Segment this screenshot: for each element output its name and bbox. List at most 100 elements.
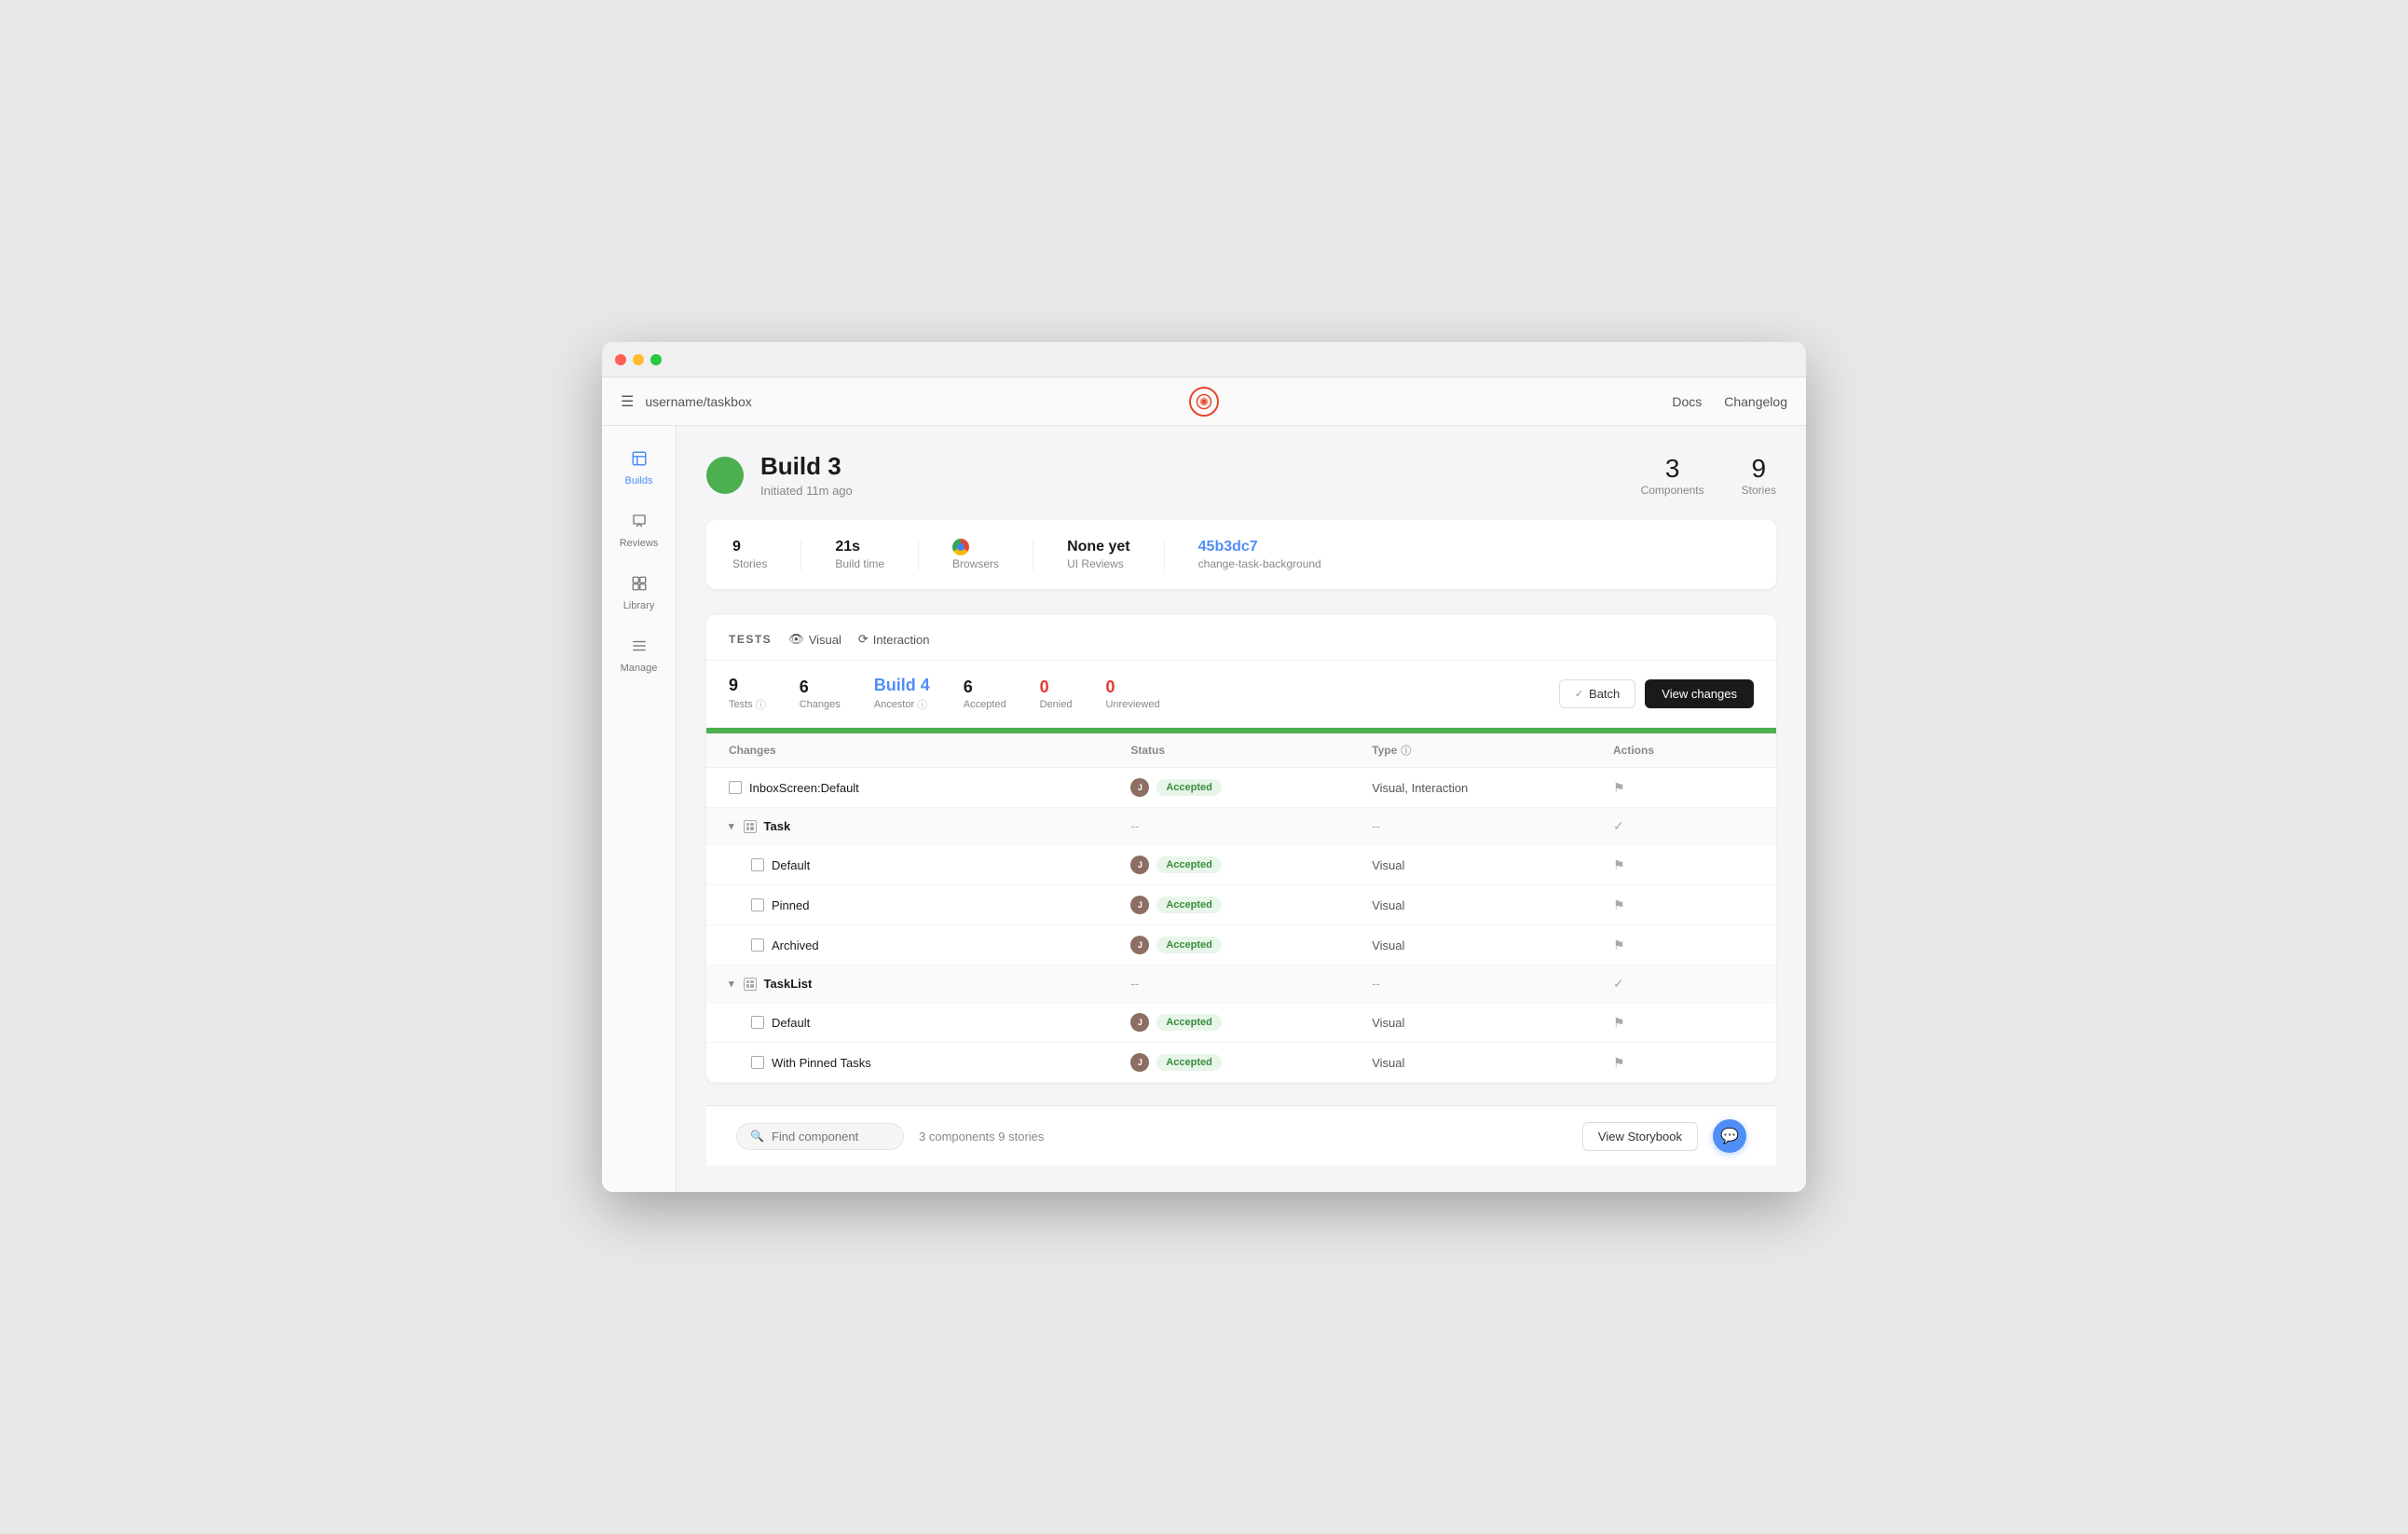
tests-title: TESTS [729,633,772,646]
table-row: ▾ TaskList -- -- ✓ [706,966,1776,1003]
branch-value: 45b3dc7 [1198,539,1321,555]
minimize-button[interactable] [633,354,644,365]
changes-table: Changes Status Type ⓘ Actions InboxScree… [706,733,1776,1083]
browsers-label: Browsers [952,557,999,570]
col-status: Status [1130,743,1372,758]
batch-check-icon: ✓ [1575,688,1583,700]
avatar: J [1130,856,1149,874]
action-flag[interactable]: ⚑ [1613,897,1754,913]
stat-unreviewed: 0 Unreviewed [1105,678,1159,710]
changelog-link[interactable]: Changelog [1724,394,1787,409]
change-name: InboxScreen:Default [729,781,1130,795]
top-nav: ☰ username/taskbox Docs Changelog [602,377,1806,426]
filter-interaction[interactable]: ⟳ Interaction [858,632,930,647]
browsers-value [952,539,999,555]
col-type: Type ⓘ [1372,743,1613,758]
action-flag[interactable]: ⚑ [1613,938,1754,953]
docs-link[interactable]: Docs [1672,394,1702,409]
build-time-value: 21s [835,539,884,555]
sidebar-item-reviews[interactable]: Reviews [608,503,671,558]
accepted-badge: Accepted [1156,1054,1222,1071]
action-flag[interactable]: ⚑ [1613,1015,1754,1031]
ancestor-info-icon[interactable]: ⓘ [917,697,927,712]
stories-label: Stories [1742,484,1776,497]
app-window: ☰ username/taskbox Docs Changelog [602,342,1806,1192]
type-text: Visual, Interaction [1372,781,1613,795]
accepted-badge: Accepted [1156,897,1222,913]
type-info-icon[interactable]: ⓘ [1401,743,1411,758]
components-stat: 3 Components [1641,454,1704,497]
action-flag[interactable]: ⚑ [1613,780,1754,796]
batch-button[interactable]: ✓ Batch [1559,679,1635,708]
ancestor-link[interactable]: Build 4 [874,676,930,695]
info-stories: 9 Stories [732,539,801,570]
components-count: 3 [1641,454,1704,484]
action-check[interactable]: ✓ [1613,976,1754,992]
accepted-badge: Accepted [1156,1014,1222,1031]
search-icon: 🔍 [750,1130,764,1143]
story-icon [751,898,764,911]
stat-denied: 0 Denied [1040,678,1073,710]
tests-info-icon[interactable]: ⓘ [756,697,766,712]
accepted-badge: Accepted [1156,937,1222,953]
sidebar-item-manage[interactable]: Manage [608,628,671,683]
build-time-label: Build time [835,557,884,570]
build-subtitle: Initiated 11m ago [760,484,853,498]
changes-label: Changes [800,699,841,710]
table-row: Pinned J Accepted Visual ⚑ [706,885,1776,925]
table-header: Changes Status Type ⓘ Actions [706,733,1776,768]
bottom-bar: 🔍 3 components 9 stories View Storybook … [706,1105,1776,1166]
filter-visual[interactable]: 👁 Visual [788,632,841,647]
type-text: Visual [1372,1056,1613,1070]
type-text: Visual [1372,858,1613,872]
denied-count: 0 [1040,678,1073,697]
status-cell: J Accepted [1130,1053,1372,1072]
filter-interaction-label: Interaction [873,633,930,647]
maximize-button[interactable] [650,354,662,365]
type-text: Visual [1372,898,1613,912]
story-icon [751,938,764,952]
branch-link[interactable]: 45b3dc7 [1198,539,1258,555]
view-storybook-button[interactable]: View Storybook [1582,1122,1698,1151]
action-flag[interactable]: ⚑ [1613,857,1754,873]
stories-info-label: Stories [732,557,767,570]
type-dash: -- [1372,819,1613,833]
accepted-label: Accepted [964,699,1006,710]
info-build-time: 21s Build time [835,539,919,570]
chat-button[interactable]: 💬 [1713,1119,1746,1153]
view-changes-button[interactable]: View changes [1645,679,1754,708]
menu-icon[interactable]: ☰ [621,392,634,411]
action-flag[interactable]: ⚑ [1613,1055,1754,1071]
sidebar: Builds Reviews [602,426,677,1192]
chevron-icon[interactable]: ▾ [729,978,734,990]
avatar: J [1130,1053,1149,1072]
status-cell: J Accepted [1130,1013,1372,1032]
manage-icon [631,637,648,659]
build-status-dot [706,457,744,494]
status-cell: J Accepted [1130,896,1372,914]
search-wrap: 🔍 [736,1123,904,1150]
story-icon [751,1056,764,1069]
close-button[interactable] [615,354,626,365]
traffic-lights [615,354,662,365]
reviews-icon [631,513,648,534]
nav-right: Docs Changelog [1399,394,1787,409]
info-ui-reviews: None yet UI Reviews [1067,539,1165,570]
sidebar-item-builds[interactable]: Builds [608,441,671,496]
filter-visual-label: Visual [809,633,841,647]
story-icon [729,781,742,794]
eye-icon: 👁 [788,632,804,647]
search-input[interactable] [772,1130,890,1144]
sidebar-item-library[interactable]: Library [608,566,671,621]
tests-stats: 9 Tests ⓘ 6 Changes Build 4 [706,661,1776,728]
interaction-icon: ⟳ [858,632,869,647]
avatar: J [1130,936,1149,954]
accepted-badge: Accepted [1156,856,1222,873]
group-name: ▾ TaskList [729,977,1130,991]
chevron-icon[interactable]: ▾ [729,820,734,832]
change-name: With Pinned Tasks [729,1056,1130,1070]
chrome-icon [952,539,969,555]
avatar: J [1130,1013,1149,1032]
action-check[interactable]: ✓ [1613,818,1754,834]
reviews-label: Reviews [620,538,659,549]
